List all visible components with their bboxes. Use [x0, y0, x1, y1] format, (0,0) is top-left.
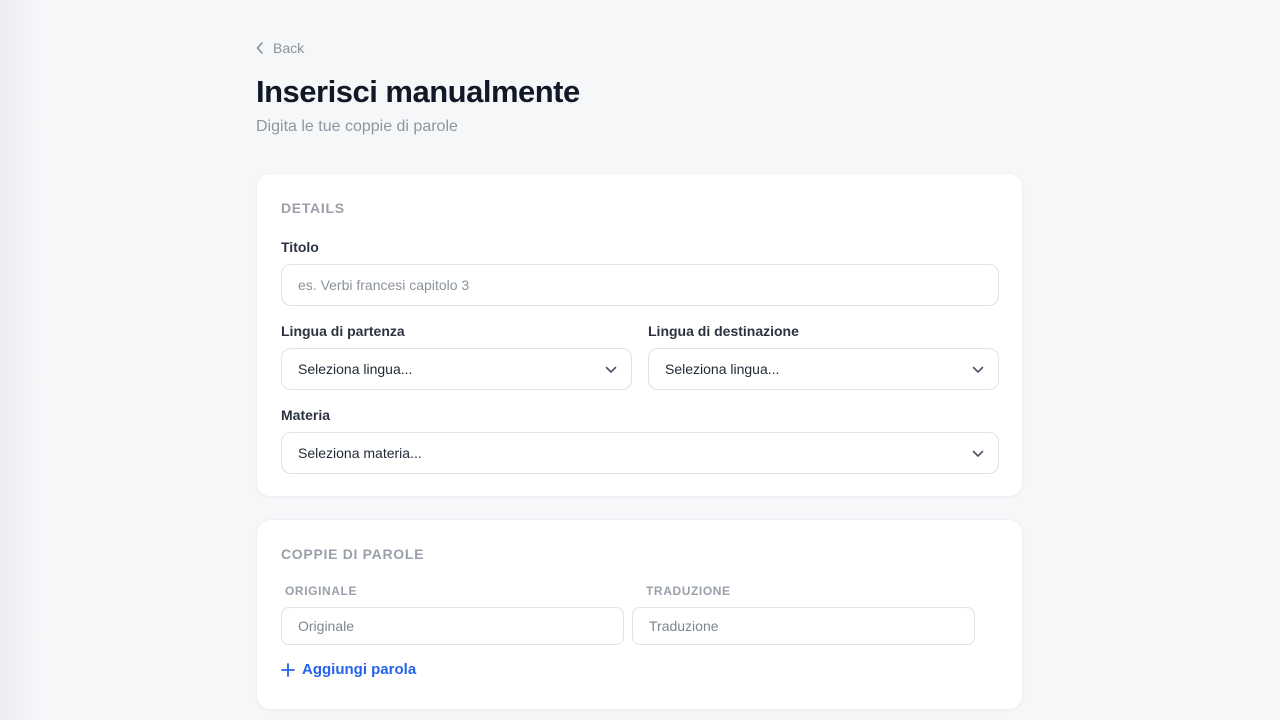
translation-column-header: TRADUZIONE — [646, 584, 731, 598]
source-language-value: Seleziona lingua... — [298, 361, 413, 377]
chevron-down-icon — [972, 361, 984, 377]
back-label: Back — [273, 40, 305, 56]
title-input[interactable] — [281, 264, 999, 306]
chevron-down-icon — [972, 445, 984, 461]
translation-input[interactable] — [632, 607, 975, 645]
back-link[interactable]: Back — [256, 40, 304, 56]
page-subtitle: Digita le tue coppie di parole — [256, 118, 458, 135]
source-language-select[interactable]: Seleziona lingua... — [281, 348, 632, 390]
subject-select[interactable]: Seleziona materia... — [281, 432, 999, 474]
subject-label: Materia — [281, 407, 331, 423]
chevron-down-icon — [605, 361, 617, 377]
page-title: Inserisci manualmente — [256, 74, 580, 109]
target-language-select[interactable]: Seleziona lingua... — [648, 348, 999, 390]
original-input[interactable] — [281, 607, 624, 645]
chevron-left-icon — [256, 42, 264, 54]
original-column-header: ORIGINALE — [285, 584, 358, 598]
title-label: Titolo — [281, 239, 319, 255]
plus-icon — [281, 662, 295, 677]
page-edge-shade — [0, 0, 40, 720]
details-section-label: DETAILS — [281, 200, 345, 216]
target-language-label: Lingua di destinazione — [648, 323, 799, 339]
target-language-value: Seleziona lingua... — [665, 361, 780, 377]
add-word-button[interactable]: Aggiungi parola — [281, 661, 416, 678]
word-pairs-section-label: COPPIE DI PAROLE — [281, 546, 425, 562]
add-word-label: Aggiungi parola — [302, 661, 417, 678]
details-card: DETAILS Titolo Lingua di partenza Selezi… — [256, 173, 1023, 497]
word-pairs-card: COPPIE DI PAROLE ORIGINALE TRADUZIONE Ag… — [256, 519, 1023, 710]
subject-value: Seleziona materia... — [298, 445, 422, 461]
source-language-label: Lingua di partenza — [281, 323, 405, 339]
